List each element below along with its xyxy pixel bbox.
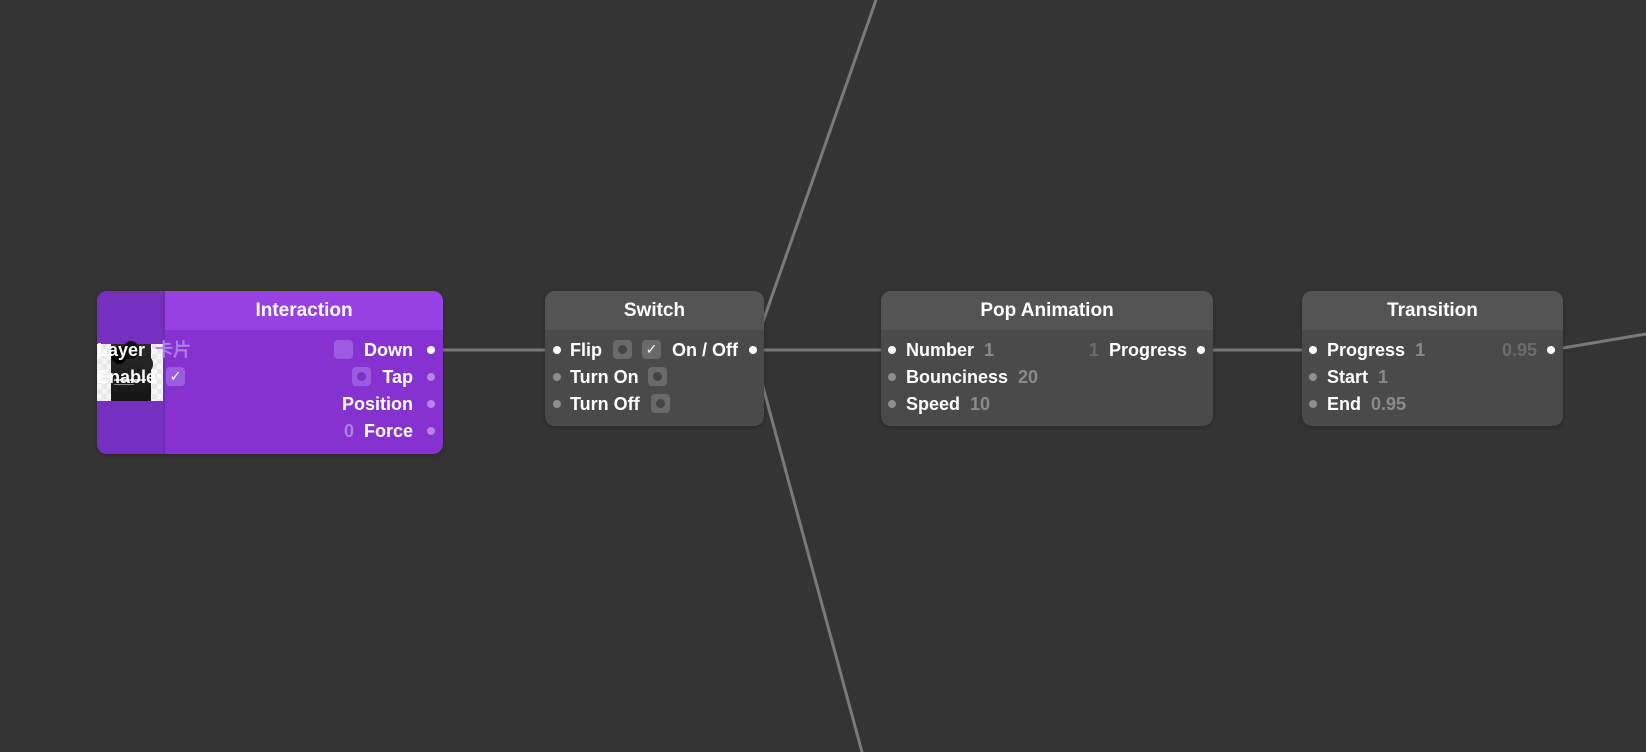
- output-port-progress[interactable]: [1197, 346, 1205, 354]
- output-port-down[interactable]: [427, 346, 435, 354]
- node-title[interactable]: Transition: [1302, 291, 1563, 330]
- switch-node[interactable]: Switch Flip Turn On Turn Off ✓ On / Off: [545, 291, 764, 426]
- input-start: Start 1: [1327, 364, 1388, 390]
- output-label: Down: [364, 340, 413, 360]
- progress-value[interactable]: 1: [1415, 340, 1425, 360]
- output-label: Progress: [1108, 340, 1187, 360]
- input-number: Number 1: [906, 337, 994, 363]
- node-title[interactable]: Pop Animation: [881, 291, 1213, 330]
- wire-transition-out-offscreen[interactable]: [1549, 332, 1646, 352]
- output-progress: 1 Progress: [1089, 337, 1187, 363]
- input-port-turn-on[interactable]: [553, 373, 561, 381]
- input-port-start[interactable]: [1309, 373, 1317, 381]
- enable-checkbox[interactable]: ✓: [166, 367, 186, 386]
- layer-value[interactable]: 卡片: [155, 340, 191, 360]
- output-label: On / Off: [672, 340, 738, 360]
- input-port-bounciness[interactable]: [888, 373, 896, 381]
- output-port-on-off[interactable]: [749, 346, 757, 354]
- output-label: Force: [363, 421, 413, 441]
- input-label: Enable: [97, 367, 157, 387]
- down-indicator-box: [333, 340, 353, 359]
- input-layer: Layer 卡片: [97, 337, 191, 363]
- input-label: Progress: [1327, 340, 1406, 360]
- pulse-icon: [652, 372, 662, 381]
- input-label: End: [1327, 394, 1361, 414]
- turn-on-pulse-button[interactable]: [647, 367, 667, 386]
- input-label: Turn On: [570, 367, 639, 387]
- input-flip: Flip: [570, 337, 633, 363]
- output-down: Down: [333, 337, 413, 363]
- input-progress: Progress 1: [1327, 337, 1425, 363]
- input-port-turn-off[interactable]: [553, 400, 561, 408]
- output-port-result[interactable]: [1547, 346, 1555, 354]
- pop-animation-node[interactable]: Pop Animation Number 1 Bounciness 20 Spe…: [881, 291, 1213, 426]
- input-label: Turn Off: [570, 394, 640, 414]
- flip-pulse-button[interactable]: [613, 340, 633, 359]
- input-label: Start: [1327, 367, 1369, 387]
- node-title[interactable]: Interaction: [165, 291, 443, 330]
- tap-pulse-button[interactable]: [352, 367, 372, 386]
- output-label: Position: [342, 394, 413, 414]
- output-tap: Tap: [352, 364, 413, 390]
- input-port-number[interactable]: [888, 346, 896, 354]
- input-port-progress[interactable]: [1309, 346, 1317, 354]
- output-position: Position: [342, 391, 413, 417]
- input-bounciness: Bounciness 20: [906, 364, 1038, 390]
- on-off-checkbox: ✓: [641, 340, 661, 359]
- bounciness-value[interactable]: 20: [1018, 367, 1038, 387]
- input-port-speed[interactable]: [888, 400, 896, 408]
- input-enable: Enable ✓: [97, 364, 186, 390]
- progress-value: 1: [1088, 340, 1099, 360]
- input-label: Speed: [906, 394, 961, 414]
- wire-switch-onoff-upward[interactable]: [751, 0, 878, 352]
- input-port-flip[interactable]: [553, 346, 561, 354]
- checkmark-icon: ✓: [169, 368, 182, 384]
- number-value[interactable]: 1: [984, 340, 994, 360]
- input-label: Layer: [97, 340, 146, 360]
- input-port-end[interactable]: [1309, 400, 1317, 408]
- output-result: 0.95: [1502, 337, 1537, 363]
- start-value[interactable]: 1: [1378, 367, 1388, 387]
- turn-off-pulse-button[interactable]: [650, 394, 670, 413]
- input-label: Number: [906, 340, 975, 360]
- interaction-node[interactable]: Interaction Layer 卡片 Enable ✓ Down Tap P…: [97, 291, 443, 454]
- input-speed: Speed 10: [906, 391, 990, 417]
- wire-switch-onoff-downward[interactable]: [751, 348, 864, 752]
- end-value[interactable]: 0.95: [1371, 394, 1406, 414]
- pulse-icon: [618, 345, 628, 354]
- checkmark-icon: ✓: [645, 341, 658, 357]
- speed-value[interactable]: 10: [970, 394, 990, 414]
- transition-node[interactable]: Transition Progress 1 Start 1 End 0.95 0…: [1302, 291, 1563, 426]
- force-value: 0: [343, 421, 354, 441]
- input-label: Flip: [570, 340, 602, 360]
- output-value: 0.95: [1501, 340, 1537, 360]
- output-port-position[interactable]: [427, 400, 435, 408]
- output-label: Tap: [382, 367, 413, 387]
- output-port-force[interactable]: [427, 427, 435, 435]
- output-port-tap[interactable]: [427, 373, 435, 381]
- input-turn-on: Turn On: [570, 364, 667, 390]
- output-on-off: ✓ On / Off: [641, 337, 738, 363]
- input-end: End 0.95: [1327, 391, 1406, 417]
- node-title[interactable]: Switch: [545, 291, 764, 330]
- input-turn-off: Turn Off: [570, 391, 670, 417]
- pulse-icon: [357, 372, 367, 381]
- output-force: 0 Force: [344, 418, 413, 444]
- pulse-icon: [655, 399, 665, 408]
- input-label: Bounciness: [906, 367, 1009, 387]
